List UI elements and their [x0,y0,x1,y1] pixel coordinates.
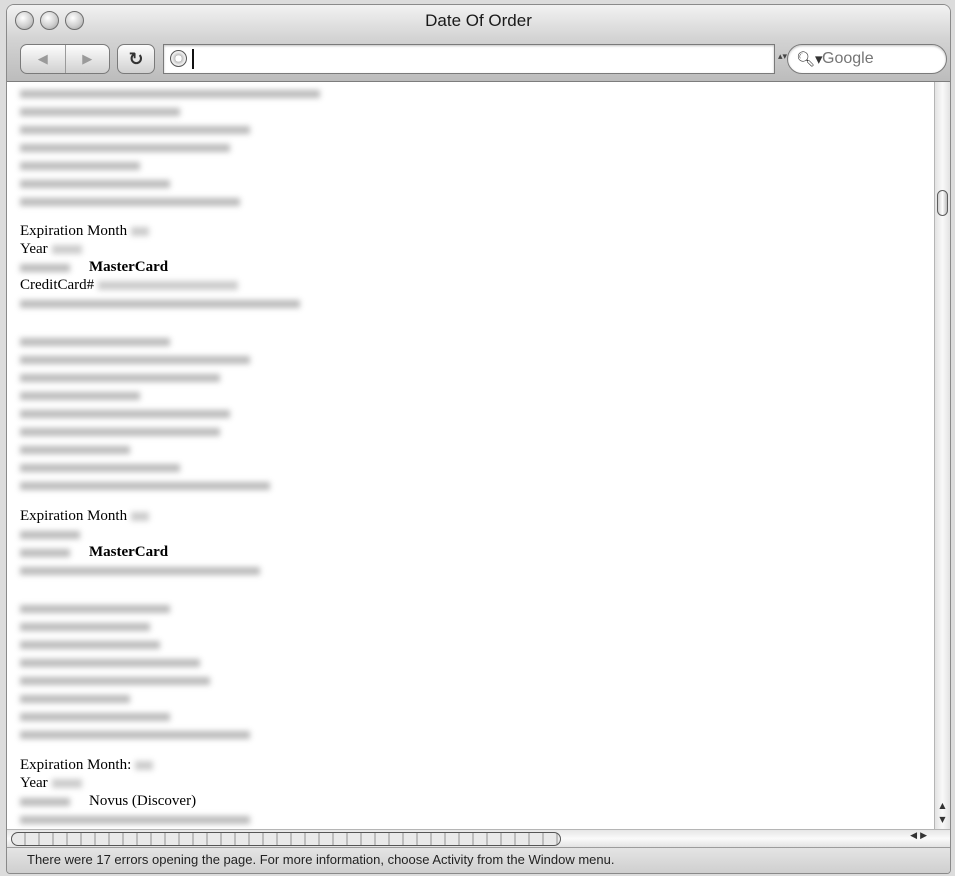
card-type-value: Novus (Discover) [87,792,199,810]
scroll-right-icon[interactable]: ▶ [920,831,930,841]
year-row: Year [20,774,82,792]
page-content: Expiration Month Year MasterCard CreditC… [7,82,934,829]
browser-window: Date Of Order ◀ ▶ ↻ ▴▾ 🔍︎▾ Google Expira… [6,4,951,874]
expiration-month-row: Expiration Month: [20,756,154,774]
blurred-text [20,102,180,120]
back-arrow-icon: ◀ [37,51,48,67]
card-type-value: MasterCard [87,258,171,276]
blurred-text [20,810,250,828]
horizontal-scrollbar[interactable]: ◀▶ [7,829,950,847]
status-text: There were 17 errors opening the page. F… [27,852,615,867]
blurred-text [20,617,150,635]
blurred-text [20,476,270,494]
search-field[interactable]: 🔍︎▾ [787,44,947,74]
back-button[interactable]: ◀ [21,45,65,73]
blurred-text [20,120,250,138]
expiration-month-row: Expiration Month [20,222,150,240]
blurred-text [20,192,240,210]
blurred-text [20,174,170,192]
credit-card-row: CreditCard# [20,276,239,294]
blurred-text [20,653,200,671]
expiration-month-row: Expiration Month [20,507,150,525]
year-row: Year [20,240,82,258]
blurred-text [20,671,210,689]
address-bar[interactable] [163,44,775,74]
card-type-value: MasterCard [87,543,171,561]
blurred-text [20,689,130,707]
card-type-row [20,543,70,561]
navigation-buttons: ◀ ▶ [20,44,110,74]
blurred-text [20,458,180,476]
expiration-month-label: Expiration Month [20,508,128,524]
status-bar: There were 17 errors opening the page. F… [7,847,950,873]
vertical-scroll-arrows[interactable]: ▲ ▼ [935,799,950,829]
blurred-text [20,368,220,386]
year-label: Year [20,241,48,257]
expiration-month-label: Expiration Month [20,223,128,239]
forward-button[interactable]: ▶ [64,45,110,73]
year-label: Year [20,775,48,791]
horizontal-scroll-arrows[interactable]: ◀▶ [910,831,930,841]
blurred-text [20,332,170,350]
expiration-month-label: Expiration Month: [20,757,132,773]
blurred-text [20,156,140,174]
card-type-row [20,258,70,276]
vertical-scrollbar[interactable]: ▲ ▼ [934,82,950,829]
blurred-text [20,707,170,725]
blurred-text [20,138,230,156]
blurred-text [20,404,230,422]
blurred-text [20,525,80,543]
credit-card-label: CreditCard# [20,277,95,293]
title-bar: Date Of Order ◀ ▶ ↻ ▴▾ 🔍︎▾ [7,5,950,82]
scroll-left-icon[interactable]: ◀ [910,831,920,841]
blurred-text [20,561,260,579]
scroll-up-icon[interactable]: ▲ [935,799,950,813]
search-input[interactable] [822,49,940,69]
card-type-row [20,792,70,810]
horizontal-scroll-thumb[interactable] [11,832,561,846]
blurred-text [20,635,160,653]
blurred-text [20,386,140,404]
forward-arrow-icon: ▶ [82,51,93,67]
address-dropdown-icon[interactable]: ▴▾ [778,52,787,62]
blurred-text [20,422,220,440]
search-icon[interactable]: 🔍︎▾ [796,50,823,68]
blurred-text [20,84,320,102]
blurred-text [20,294,300,312]
window-title: Date Of Order [425,11,532,30]
scroll-down-icon[interactable]: ▼ [935,813,950,827]
vertical-scroll-thumb[interactable] [937,190,948,216]
reload-button[interactable]: ↻ [117,44,155,74]
blurred-text [20,725,250,743]
site-icon [170,50,187,67]
reload-icon: ↻ [128,48,144,70]
blurred-text [20,440,130,458]
blurred-text [20,599,170,617]
blurred-text [20,350,250,368]
address-input[interactable] [192,49,764,69]
